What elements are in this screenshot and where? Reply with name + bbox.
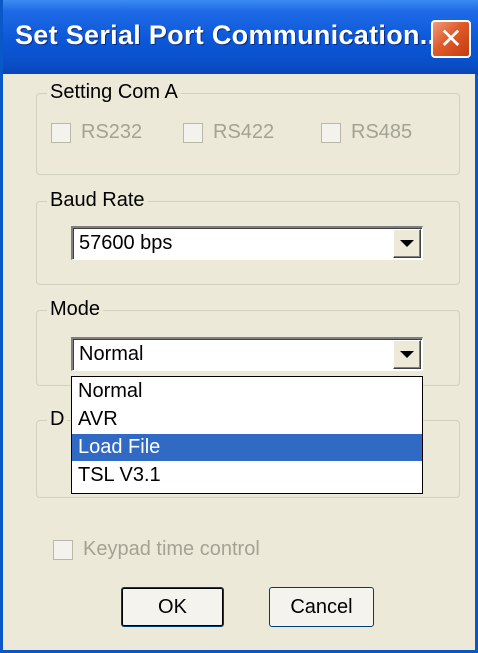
close-icon: ✕ — [439, 23, 463, 54]
cancel-label: Cancel — [290, 595, 353, 618]
mode-dropdown-list: Normal AVR Load File TSL V3.1 — [71, 376, 423, 494]
mode-select[interactable]: Normal — [71, 337, 423, 371]
setting-com-legend: Setting Com A — [47, 81, 181, 104]
mode-option-tsl[interactable]: TSL V3.1 — [72, 462, 422, 489]
baud-rate-select[interactable]: 57600 bps — [71, 226, 423, 260]
rs232-option[interactable]: RS232 — [51, 121, 142, 144]
rs232-checkbox[interactable] — [51, 122, 71, 143]
title-bar[interactable]: Set Serial Port Communication... ✕ — [3, 0, 478, 74]
rs422-option[interactable]: RS422 — [183, 121, 274, 144]
rs485-checkbox[interactable] — [321, 122, 341, 143]
keypad-time-control-label: Keypad time control — [83, 538, 260, 560]
rs485-option[interactable]: RS485 — [321, 121, 412, 144]
dialog-window: Set Serial Port Communication... ✕ Setti… — [0, 0, 478, 653]
mode-option-normal[interactable]: Normal — [72, 378, 422, 405]
rs422-checkbox[interactable] — [183, 122, 203, 143]
baud-rate-dropdown-button[interactable] — [393, 229, 421, 258]
cancel-button[interactable]: Cancel — [269, 587, 374, 627]
ok-button[interactable]: OK — [121, 587, 224, 627]
mode-dropdown-button[interactable] — [393, 340, 421, 369]
chevron-down-icon — [400, 240, 414, 247]
window-title: Set Serial Port Communication... — [15, 20, 444, 50]
hidden-group-legend: D — [47, 408, 68, 431]
mode-value: Normal — [79, 343, 144, 365]
baud-rate-value: 57600 bps — [79, 232, 173, 254]
mode-option-avr[interactable]: AVR — [72, 406, 422, 433]
keypad-time-control-option[interactable]: Keypad time control — [53, 538, 260, 561]
rs485-label: RS485 — [351, 121, 413, 143]
rs232-label: RS232 — [81, 121, 143, 143]
keypad-time-control-checkbox[interactable] — [53, 539, 73, 560]
ok-label: OK — [158, 595, 187, 618]
chevron-down-icon — [400, 351, 414, 358]
close-button[interactable]: ✕ — [431, 20, 471, 58]
rs422-label: RS422 — [213, 121, 275, 143]
mode-option-load-file[interactable]: Load File — [72, 434, 422, 461]
mode-legend: Mode — [47, 298, 104, 321]
baud-rate-legend: Baud Rate — [47, 189, 148, 212]
